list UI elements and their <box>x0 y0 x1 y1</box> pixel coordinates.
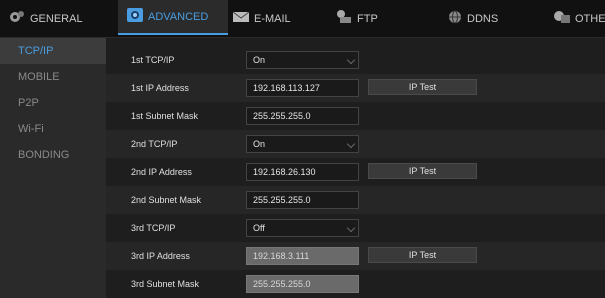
form-row-2nd-tcpip: 2nd TCP/IP On <box>106 130 605 158</box>
tab-label: GENERAL <box>30 12 83 25</box>
3rd-tcpip-select[interactable]: Off <box>246 219 359 237</box>
top-tab-bar: GENERAL ADVANCED E-MAIL FTP DDNS OTHER <box>0 0 605 38</box>
form-row-1st-ip: 1st IP Address 192.168.113.127 IP Test <box>106 74 605 102</box>
field-label: 3rd IP Address <box>131 251 190 261</box>
chevron-down-icon <box>346 223 356 233</box>
sidebar-item-bonding[interactable]: BONDING <box>0 142 106 168</box>
chevron-down-icon <box>346 139 356 149</box>
mail-icon <box>232 10 250 27</box>
form-row-3rd-subnet: 3rd Subnet Mask 255.255.255.0 <box>106 270 605 298</box>
globe-icon <box>447 9 463 28</box>
1st-ip-test-button[interactable]: IP Test <box>368 79 477 95</box>
form-row-3rd-ip: 3rd IP Address 192.168.3.111 IP Test <box>106 242 605 270</box>
form-row-3rd-tcpip: 3rd TCP/IP Off <box>106 214 605 242</box>
sidebar-item-wifi[interactable]: Wi-Fi <box>0 116 106 142</box>
tab-ddns[interactable]: DDNS <box>447 0 517 37</box>
tab-general[interactable]: GENERAL <box>8 0 103 37</box>
1st-ip-address-field[interactable]: 192.168.113.127 <box>246 79 359 97</box>
2nd-tcpip-select[interactable]: On <box>246 135 359 153</box>
form-row-1st-tcpip: 1st TCP/IP On <box>106 46 605 74</box>
select-value: On <box>253 55 266 65</box>
field-label: 3rd Subnet Mask <box>131 279 200 289</box>
select-value: Off <box>253 223 265 233</box>
3rd-ip-address-field: 192.168.3.111 <box>246 247 359 265</box>
field-label: 3rd TCP/IP <box>131 223 176 233</box>
1st-subnet-mask-field[interactable]: 255.255.255.0 <box>246 107 359 125</box>
3rd-subnet-mask-field: 255.255.255.0 <box>246 275 359 293</box>
tab-ftp[interactable]: FTP <box>335 0 395 37</box>
sidebar-item-tcpip[interactable]: TCP/IP <box>0 38 106 64</box>
2nd-ip-address-field[interactable]: 192.168.26.130 <box>246 163 359 181</box>
gear-icon <box>8 9 26 28</box>
2nd-ip-test-button[interactable]: IP Test <box>368 163 477 179</box>
ftp-icon <box>335 9 353 28</box>
sidebar: TCP/IP MOBILE P2P Wi-Fi BONDING <box>0 38 106 298</box>
sidebar-item-p2p[interactable]: P2P <box>0 90 106 116</box>
field-label: 2nd Subnet Mask <box>131 195 202 205</box>
field-label: 2nd TCP/IP <box>131 139 178 149</box>
field-label: 2nd IP Address <box>131 167 192 177</box>
form-row-2nd-subnet: 2nd Subnet Mask 255.255.255.0 <box>106 186 605 214</box>
field-label: 1st IP Address <box>131 83 189 93</box>
field-label: 1st TCP/IP <box>131 55 175 65</box>
other-icon <box>553 9 571 28</box>
tab-label: ADVANCED <box>148 10 209 23</box>
tab-label: E-MAIL <box>254 12 291 25</box>
select-value: On <box>253 139 266 149</box>
sidebar-item-mobile[interactable]: MOBILE <box>0 64 106 90</box>
field-label: 1st Subnet Mask <box>131 111 199 121</box>
settings-icon <box>126 7 144 26</box>
tab-label: OTHER <box>575 12 605 25</box>
tab-label: FTP <box>357 12 378 25</box>
tab-advanced[interactable]: ADVANCED <box>118 0 228 35</box>
form-row-1st-subnet: 1st Subnet Mask 255.255.255.0 <box>106 102 605 130</box>
3rd-ip-test-button[interactable]: IP Test <box>368 247 477 263</box>
2nd-subnet-mask-field[interactable]: 255.255.255.0 <box>246 191 359 209</box>
form-row-2nd-ip: 2nd IP Address 192.168.26.130 IP Test <box>106 158 605 186</box>
settings-form: 1st TCP/IP On 1st IP Address 192.168.113… <box>106 38 605 298</box>
tab-email[interactable]: E-MAIL <box>232 0 302 37</box>
tab-other[interactable]: OTHER <box>553 0 605 37</box>
tab-label: DDNS <box>467 12 499 25</box>
1st-tcpip-select[interactable]: On <box>246 51 359 69</box>
chevron-down-icon <box>346 55 356 65</box>
